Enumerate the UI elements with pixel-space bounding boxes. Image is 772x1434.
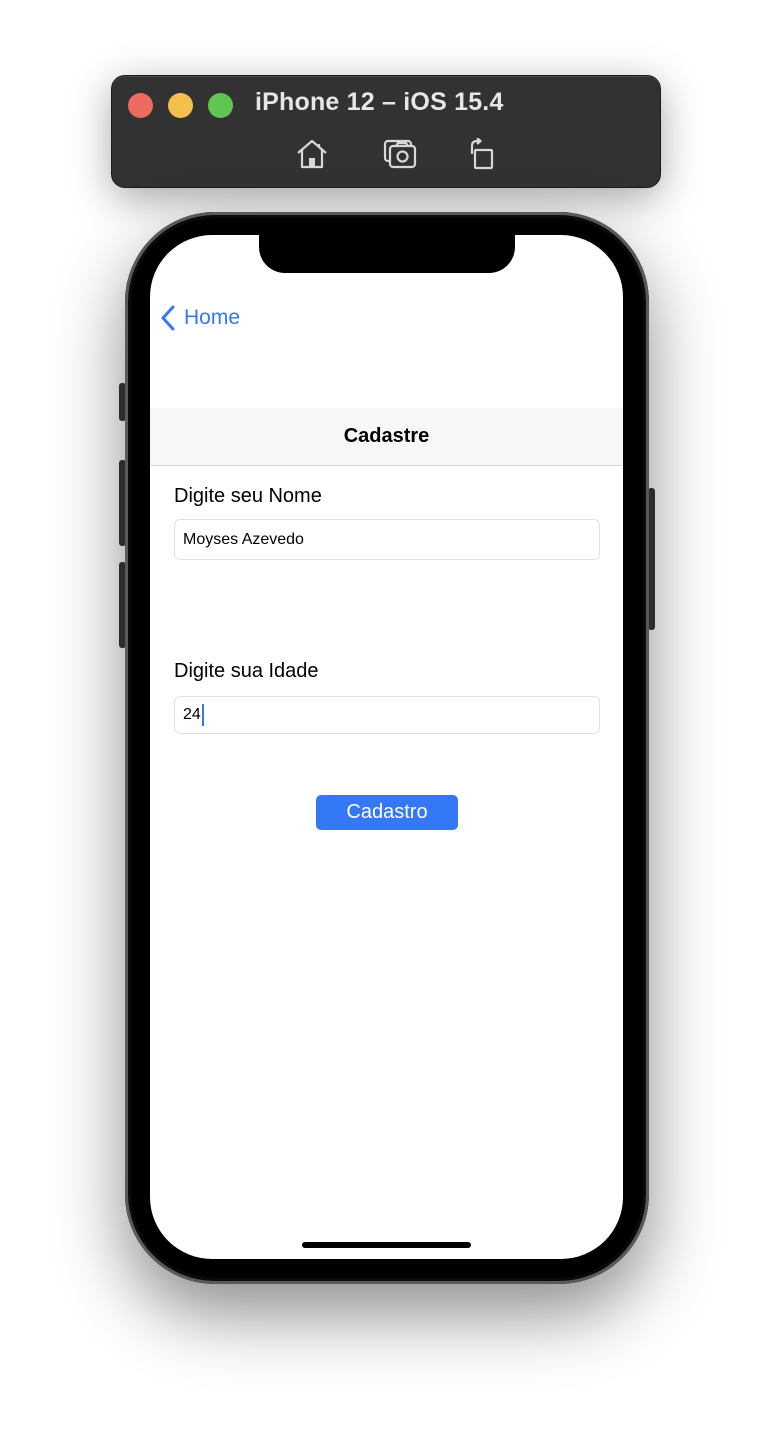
home-indicator[interactable]	[302, 1242, 471, 1248]
chevron-left-icon	[160, 305, 176, 331]
close-window-button[interactable]	[128, 93, 153, 118]
rotate-icon[interactable]	[465, 138, 499, 170]
notch	[259, 235, 515, 273]
name-field-label: Digite seu Nome	[174, 485, 322, 507]
simulator-window-titlebar: iPhone 12 – iOS 15.4	[111, 75, 661, 188]
power-button	[648, 488, 655, 630]
age-input[interactable]: 24	[174, 696, 600, 734]
back-button[interactable]: Home	[160, 305, 240, 331]
zoom-window-button[interactable]	[208, 93, 233, 118]
age-field-label: Digite sua Idade	[174, 660, 319, 682]
simulator-title: iPhone 12 – iOS 15.4	[255, 88, 504, 116]
minimize-window-button[interactable]	[168, 93, 193, 118]
name-input[interactable]: Moyses Azevedo	[174, 519, 600, 560]
home-icon[interactable]	[295, 138, 329, 170]
cadastro-button[interactable]: Cadastro	[316, 795, 458, 830]
camera-icon[interactable]	[383, 138, 417, 170]
text-cursor	[201, 704, 204, 726]
back-button-label: Home	[184, 306, 241, 329]
age-input-value: 24	[183, 706, 201, 723]
page-title: Cadastre	[150, 408, 623, 466]
device-screen: Home Cadastre Digite seu Nome Moyses Aze…	[150, 235, 623, 1259]
name-input-value: Moyses Azevedo	[183, 530, 304, 548]
